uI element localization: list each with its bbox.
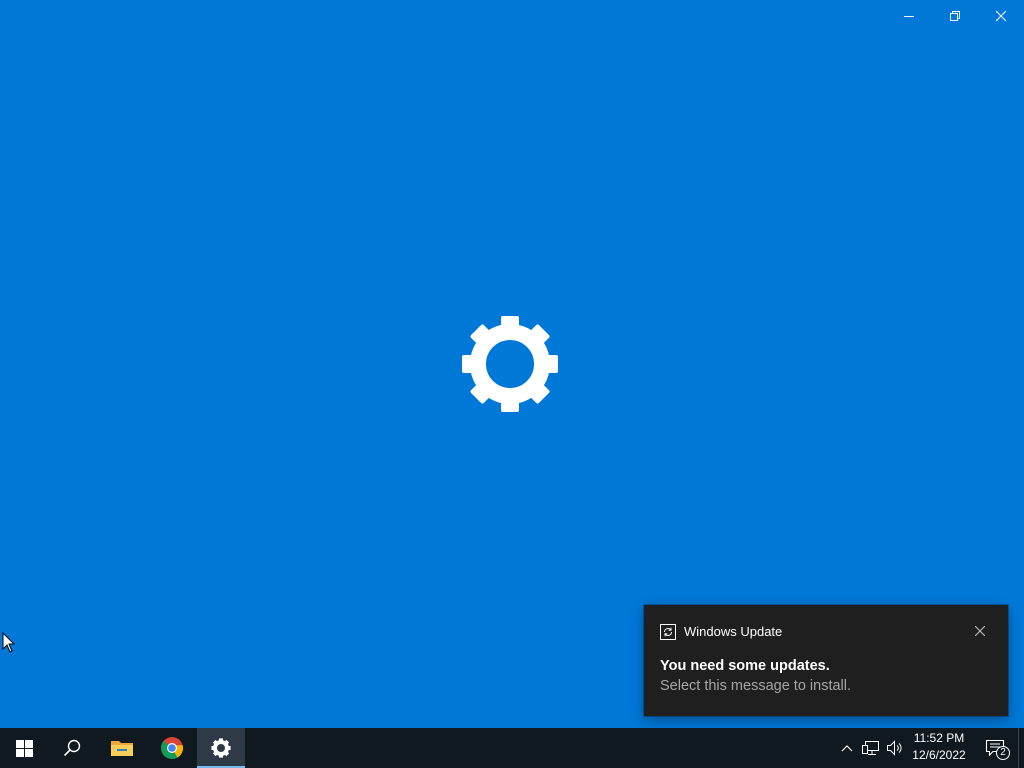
gear-icon bbox=[211, 738, 231, 758]
notification-close-button[interactable] bbox=[970, 621, 990, 641]
search-icon bbox=[63, 739, 81, 757]
taskbar: 11:52 PM 12/6/2022 2 bbox=[0, 728, 1024, 768]
settings-button[interactable] bbox=[197, 728, 245, 768]
restore-button[interactable] bbox=[932, 0, 978, 32]
clock-date: 12/6/2022 bbox=[912, 748, 966, 762]
file-explorer-button[interactable] bbox=[98, 728, 146, 768]
chrome-button[interactable] bbox=[148, 728, 196, 768]
notification-app-name: Windows Update bbox=[684, 624, 783, 639]
minimize-button[interactable] bbox=[886, 0, 932, 32]
notification-count-badge: 2 bbox=[996, 746, 1010, 760]
notification-body: Select this message to install. bbox=[660, 678, 852, 694]
update-icon bbox=[660, 624, 676, 640]
gear-icon bbox=[462, 316, 558, 412]
clock-time: 11:52 PM bbox=[913, 731, 965, 745]
close-icon bbox=[975, 626, 985, 636]
network-button[interactable] bbox=[860, 728, 882, 768]
network-icon bbox=[862, 741, 879, 755]
start-button[interactable] bbox=[0, 728, 48, 768]
mouse-cursor-icon bbox=[2, 632, 16, 653]
volume-button[interactable] bbox=[884, 728, 906, 768]
desktop-screen: Windows Update You need some updates. Se… bbox=[0, 0, 1024, 768]
taskbar-clock[interactable]: 11:52 PM 12/6/2022 bbox=[906, 730, 972, 766]
windows-logo-icon bbox=[15, 739, 33, 757]
show-desktop-button[interactable] bbox=[1018, 728, 1024, 768]
volume-icon bbox=[887, 740, 902, 756]
notification-title: You need some updates. bbox=[660, 658, 830, 674]
minimize-icon bbox=[904, 16, 914, 17]
action-center-button[interactable]: 2 bbox=[978, 728, 1012, 768]
search-button[interactable] bbox=[48, 728, 96, 768]
show-hidden-icons-button[interactable] bbox=[837, 728, 857, 768]
close-button[interactable] bbox=[978, 0, 1024, 32]
update-notification[interactable]: Windows Update You need some updates. Se… bbox=[644, 605, 1008, 716]
chrome-icon bbox=[161, 737, 184, 759]
chevron-up-icon bbox=[841, 745, 853, 752]
close-icon bbox=[996, 11, 1006, 21]
restore-icon bbox=[950, 11, 960, 21]
folder-icon bbox=[111, 741, 133, 756]
